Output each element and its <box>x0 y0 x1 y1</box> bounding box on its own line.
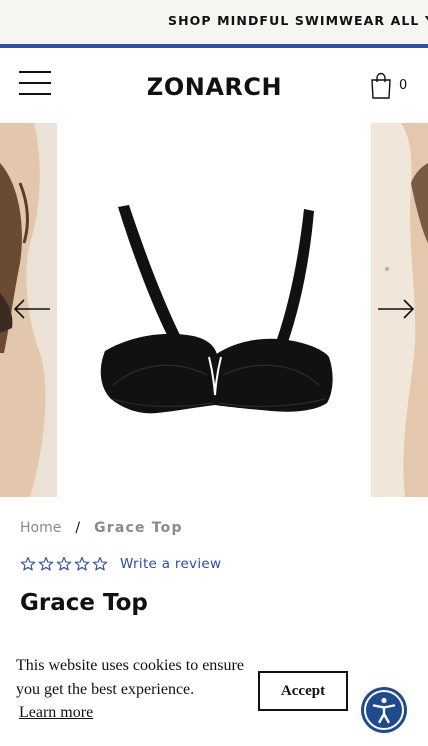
announcement-bar: SHOP MINDFUL SWIMWEAR ALL YEAR <box>0 0 428 44</box>
hamburger-menu-icon <box>19 71 51 73</box>
breadcrumb: Home / Grace Top <box>20 520 183 536</box>
breadcrumb-current: Grace Top <box>94 520 183 536</box>
write-review-link[interactable]: Write a review <box>120 556 221 572</box>
product-image-bikini-top <box>100 205 333 414</box>
breadcrumb-separator: / <box>75 520 81 536</box>
star-outline-icon <box>20 556 108 571</box>
menu-button[interactable] <box>19 71 51 95</box>
site-header: ZONARCH 0 <box>0 48 428 123</box>
breadcrumb-home-link[interactable]: Home <box>20 520 61 536</box>
hamburger-menu-icon-bar <box>19 93 51 95</box>
announcement-text[interactable]: SHOP MINDFUL SWIMWEAR ALL YEAR <box>168 13 428 28</box>
cart-count-badge: 0 <box>399 78 408 93</box>
cookie-message: This website uses cookies to ensure you … <box>16 657 244 698</box>
shopping-bag-icon <box>371 72 391 99</box>
logo-text: ZONARCH <box>148 73 280 100</box>
gallery-slide-main[interactable] <box>57 123 371 497</box>
cookie-accept-button[interactable]: Accept <box>258 671 348 711</box>
product-title: Grace Top <box>20 590 148 616</box>
star-rating[interactable] <box>20 555 110 573</box>
hamburger-menu-icon-bar <box>19 82 51 84</box>
accessibility-person-icon <box>364 690 404 730</box>
rating-row: Write a review <box>20 555 221 575</box>
arrow-left-icon[interactable] <box>13 298 51 320</box>
cookie-learn-more-link[interactable]: Learn more <box>19 704 93 722</box>
cart-button[interactable]: 0 <box>370 72 414 100</box>
arrow-right-icon[interactable] <box>377 298 415 320</box>
zonarch-logo[interactable]: ZONARCH <box>148 70 280 100</box>
accessibility-button[interactable] <box>361 687 407 733</box>
product-gallery <box>0 123 428 497</box>
